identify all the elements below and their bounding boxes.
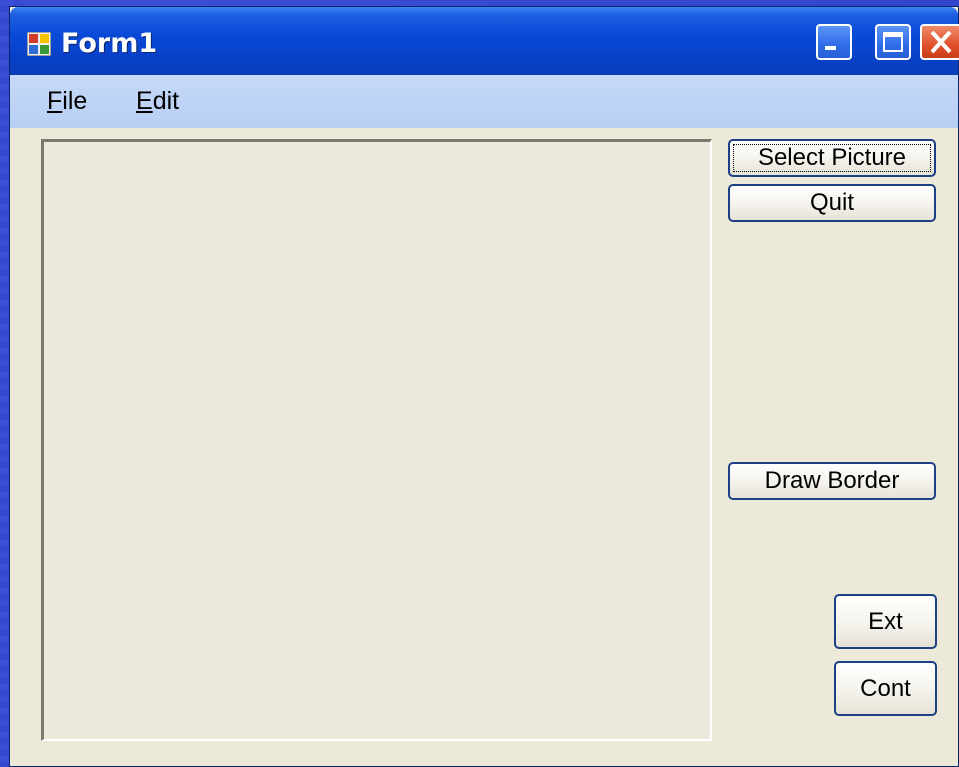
app-icon bbox=[27, 32, 51, 56]
menu-bar: File Edit bbox=[10, 75, 958, 128]
menu-file-accelerator: F bbox=[47, 87, 63, 115]
menu-edit-label: dit bbox=[152, 87, 180, 115]
close-button[interactable] bbox=[920, 24, 959, 60]
quit-button[interactable]: Quit bbox=[728, 184, 936, 222]
maximize-button[interactable] bbox=[875, 24, 911, 60]
menu-file-label: ile bbox=[62, 87, 88, 115]
menu-file[interactable]: File bbox=[47, 87, 87, 116]
minimize-icon bbox=[825, 46, 836, 50]
select-picture-button[interactable]: Select Picture bbox=[728, 139, 936, 177]
minimize-button[interactable] bbox=[816, 24, 852, 60]
form1-window: Form1 File Edit Select Picture Quit Draw… bbox=[9, 6, 959, 767]
cont-button[interactable]: Cont bbox=[834, 661, 937, 716]
menu-edit[interactable]: Edit bbox=[136, 87, 179, 116]
draw-border-button[interactable]: Draw Border bbox=[728, 462, 936, 500]
maximize-icon bbox=[883, 32, 903, 52]
menu-edit-accelerator: E bbox=[136, 87, 153, 115]
ext-button[interactable]: Ext bbox=[834, 594, 937, 649]
close-icon bbox=[930, 30, 952, 54]
picture-box[interactable] bbox=[41, 139, 712, 741]
title-bar[interactable]: Form1 bbox=[10, 7, 959, 75]
window-title: Form1 bbox=[61, 28, 158, 59]
